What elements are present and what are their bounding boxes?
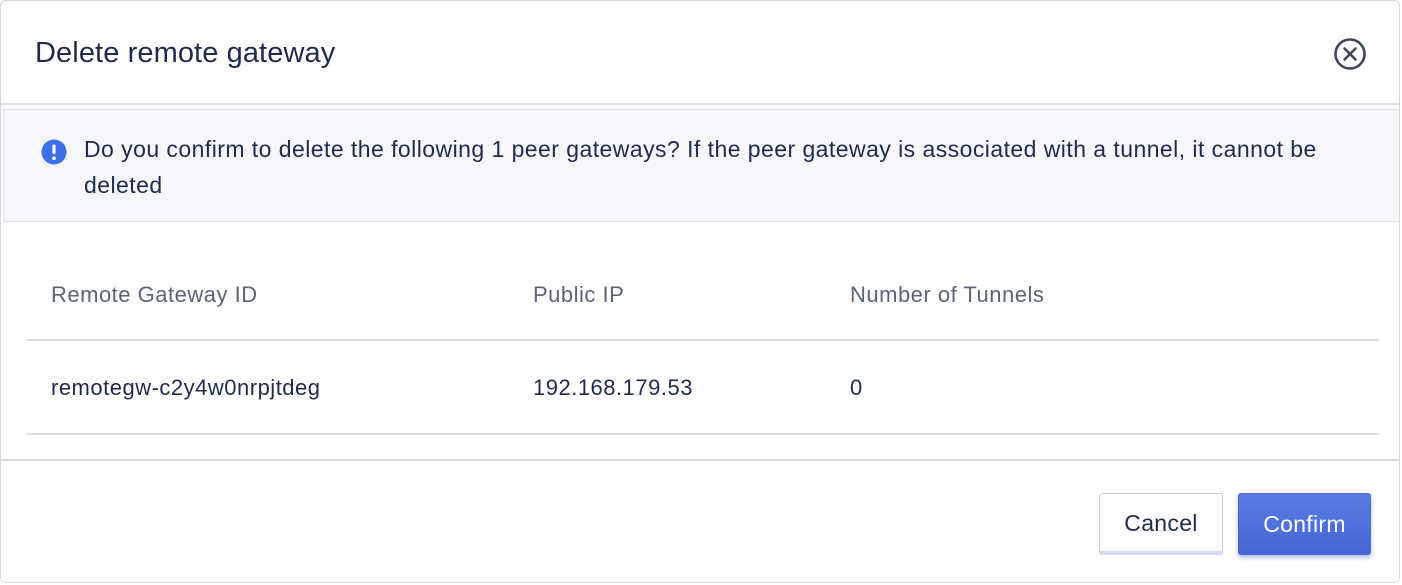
column-header-remote-gateway-id: Remote Gateway ID	[51, 282, 258, 307]
number-of-tunnels-cell: 0	[850, 375, 863, 400]
confirm-button[interactable]: Confirm	[1238, 493, 1371, 555]
dialog-title: Delete remote gateway	[35, 37, 336, 69]
info-exclamation-icon	[41, 139, 67, 165]
dialog-footer: Cancel Confirm	[1, 459, 1399, 582]
close-circle-icon	[1334, 38, 1366, 70]
close-button[interactable]	[1333, 37, 1367, 71]
gateway-table: Remote Gateway ID Public IP Number of Tu…	[27, 247, 1379, 435]
table-header-row: Remote Gateway ID Public IP Number of Tu…	[27, 247, 1379, 341]
column-header-number-of-tunnels: Number of Tunnels	[850, 282, 1045, 307]
delete-remote-gateway-dialog: Delete remote gateway Do you confirm to …	[0, 0, 1400, 583]
alert-message: Do you confirm to delete the following 1…	[84, 136, 1317, 198]
warning-alert: Do you confirm to delete the following 1…	[3, 109, 1399, 222]
table-row: remotegw-c2y4w0nrpjtdeg 192.168.179.53 0	[27, 341, 1379, 435]
dialog-header: Delete remote gateway	[1, 1, 1399, 105]
column-header-public-ip: Public IP	[533, 282, 625, 307]
public-ip-cell: 192.168.179.53	[533, 375, 693, 400]
remote-gateway-id-cell: remotegw-c2y4w0nrpjtdeg	[51, 375, 321, 400]
cancel-button[interactable]: Cancel	[1099, 493, 1223, 555]
